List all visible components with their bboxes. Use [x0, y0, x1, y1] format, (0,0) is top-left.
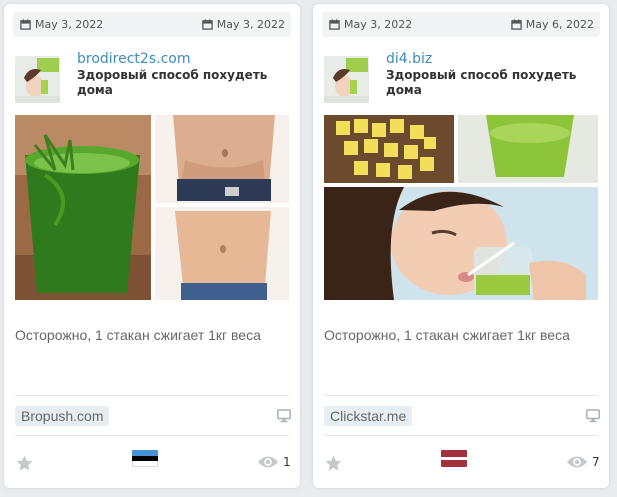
ad-domain-link[interactable]: di4.biz	[386, 51, 432, 67]
last-seen-date: May 6, 2022	[511, 18, 594, 31]
calendar-icon	[329, 19, 340, 30]
calendar-icon	[511, 19, 522, 30]
last-seen-date-text: May 3, 2022	[216, 18, 285, 31]
star-icon[interactable]	[324, 454, 343, 473]
desktop-monitor-icon	[586, 409, 600, 423]
desktop-monitor-icon	[277, 409, 291, 423]
date-bar: May 3, 2022 May 3, 2022	[13, 12, 291, 37]
ad-headline: Здоровый способ похудеть дома	[77, 68, 268, 97]
ad-headline: Здоровый способ похудеть дома	[386, 68, 577, 97]
country-flag-estonia	[132, 450, 158, 467]
ad-body-text: Осторожно, 1 стакан сжигает 1кг веса	[324, 327, 570, 343]
country-flag-latvia	[441, 450, 467, 467]
view-count: 7	[592, 455, 600, 469]
date-bar: May 3, 2022 May 6, 2022	[322, 12, 600, 37]
view-count: 1	[283, 455, 291, 469]
ad-creative-image[interactable]	[324, 115, 598, 300]
first-seen-date-text: May 3, 2022	[344, 18, 413, 31]
eye-icon	[566, 456, 588, 468]
ad-icon-thumbnail	[15, 56, 60, 103]
ad-creative-image[interactable]	[15, 115, 289, 300]
ad-domain-link[interactable]: brodirect2s.com	[77, 51, 190, 67]
ad-body-text: Осторожно, 1 стакан сжигает 1кг веса	[15, 327, 261, 343]
eye-icon	[257, 456, 279, 468]
ad-card[interactable]: May 3, 2022 May 6, 2022 di4.biz Здоровый…	[313, 4, 609, 488]
last-seen-date: May 3, 2022	[202, 18, 285, 31]
first-seen-date: May 3, 2022	[329, 18, 412, 31]
ad-network-badge[interactable]: Clickstar.me	[324, 406, 413, 426]
divider	[15, 395, 289, 396]
first-seen-date-text: May 3, 2022	[35, 18, 104, 31]
ad-network-badge[interactable]: Bropush.com	[15, 406, 110, 426]
last-seen-date-text: May 6, 2022	[525, 18, 594, 31]
ad-card[interactable]: May 3, 2022 May 3, 2022 brodirect2s.com …	[4, 4, 300, 488]
divider	[324, 435, 598, 436]
calendar-icon	[202, 19, 213, 30]
first-seen-date: May 3, 2022	[20, 18, 103, 31]
star-icon[interactable]	[15, 454, 34, 473]
divider	[15, 435, 289, 436]
divider	[324, 395, 598, 396]
ad-icon-thumbnail	[324, 56, 369, 103]
calendar-icon	[20, 19, 31, 30]
